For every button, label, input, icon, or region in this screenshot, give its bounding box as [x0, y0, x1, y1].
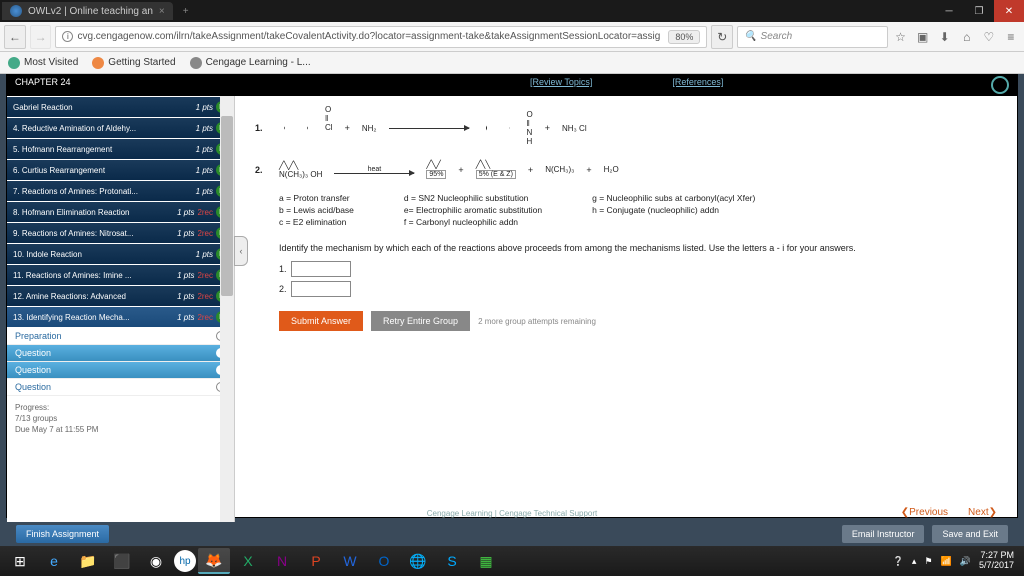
tray-network-icon[interactable]: 📶	[941, 556, 952, 567]
menu-icon[interactable]: ≡	[1002, 30, 1020, 44]
refresh-icon[interactable]	[991, 76, 1009, 94]
bookmark-star-icon[interactable]: ☆	[892, 30, 910, 44]
submit-answer-button[interactable]: Submit Answer	[279, 311, 363, 331]
answer-1-input[interactable]	[291, 261, 351, 277]
question-panel: ‹ 1. O‖Cl + NH₂ O‖NH + NH₃ Cl 2. ╱╲╱╲N(C…	[235, 96, 1017, 524]
firefox-icon	[92, 57, 104, 69]
windows-taskbar: ⊞ e 📁 ⬛ ◉ hp 🦊 X N P W O 🌐 S ▦ ❔ ▴ ⚑ 📶 🔊…	[0, 546, 1024, 576]
progress-groups: 7/13 groups	[15, 413, 226, 424]
sidebar-item-6[interactable]: 9. Reactions of Amines: Nitrosat...1 pts…	[7, 223, 234, 243]
taskbar-excel-icon[interactable]: X	[232, 548, 264, 574]
minimize-button[interactable]: ─	[934, 0, 964, 22]
taskbar-hp-icon[interactable]: hp	[174, 550, 196, 572]
close-button[interactable]: ✕	[994, 0, 1024, 22]
footer-credit: Cengage Learning | Cengage Technical Sup…	[0, 509, 1024, 518]
search-placeholder: Search	[761, 31, 793, 42]
taskbar-word-icon[interactable]: W	[334, 548, 366, 574]
new-tab-button[interactable]: +	[173, 6, 199, 17]
chapter-header: CHAPTER 24 [Review Topics] [References]	[7, 75, 1017, 96]
attempts-remaining: 2 more group attempts remaining	[478, 317, 596, 326]
question-instruction: Identify the mechanism by which each of …	[279, 243, 997, 253]
sidebar-scrollbar[interactable]	[220, 96, 234, 524]
reload-button[interactable]: ↻	[711, 25, 733, 49]
mechanism-legend: a = Proton transferb = Lewis acid/basec …	[279, 193, 997, 229]
url-text: cvg.cengagenow.com/ilrn/takeAssignment/t…	[77, 31, 660, 42]
sidebar-item-4[interactable]: 7. Reactions of Amines: Protonati...1 pt…	[7, 181, 234, 201]
search-bar[interactable]: 🔍 Search	[737, 26, 887, 48]
browser-navbar: ← → i cvg.cengagenow.com/ilrn/takeAssign…	[0, 22, 1024, 52]
progress-due: Due May 7 at 11:55 PM	[15, 424, 226, 435]
window-titlebar: OWLv2 | Online teaching an × + ─ ❐ ✕	[0, 0, 1024, 22]
bookmarks-bar: Most Visited Getting Started Cengage Lea…	[0, 52, 1024, 74]
email-instructor-button[interactable]: Email Instructor	[842, 525, 925, 543]
sidebar-item-9[interactable]: 12. Amine Reactions: Advanced1 pts2recM	[7, 286, 234, 306]
taskbar-onenote-icon[interactable]: N	[266, 548, 298, 574]
grid-icon	[8, 57, 20, 69]
retry-group-button[interactable]: Retry Entire Group	[371, 311, 470, 331]
taskbar-store-icon[interactable]: ⬛	[106, 548, 138, 574]
tray-flag-icon[interactable]: ⚑	[924, 556, 932, 567]
progress-title: Progress:	[15, 402, 226, 413]
sidebar-item-5[interactable]: 8. Hofmann Elimination Reaction1 pts2rec…	[7, 202, 234, 222]
chapter-label: CHAPTER 24	[15, 77, 230, 94]
sidebar-item-3[interactable]: 6. Curtius Rearrangement1 ptsM	[7, 160, 234, 180]
expand-sidebar-tab[interactable]: ‹	[234, 236, 248, 266]
bookmark-getting-started[interactable]: Getting Started	[92, 57, 175, 69]
tab-title: OWLv2 | Online teaching an	[28, 6, 153, 17]
sidebar-sub-2[interactable]: Question	[7, 362, 234, 379]
reaction-1: 1. O‖Cl + NH₂ O‖NH + NH₃ Cl	[255, 110, 997, 146]
assignment-frame: CHAPTER 24 [Review Topics] [References] …	[6, 74, 1018, 518]
sidebar-sub-1[interactable]: Question	[7, 345, 234, 362]
tray-volume-icon[interactable]: 🔊	[960, 556, 971, 567]
system-tray[interactable]: ❔ ▴ ⚑ 📶 🔊 7:27 PM5/7/2017	[893, 551, 1020, 571]
zoom-level[interactable]: 80%	[668, 30, 700, 44]
url-bar[interactable]: i cvg.cengagenow.com/ilrn/takeAssignment…	[55, 26, 707, 48]
tray-clock[interactable]: 7:27 PM5/7/2017	[979, 551, 1014, 571]
info-icon: i	[62, 31, 73, 42]
taskbar-firefox-icon[interactable]: 🦊	[198, 548, 230, 574]
maximize-button[interactable]: ❐	[964, 0, 994, 22]
sidebar-item-1[interactable]: 4. Reductive Amination of Aldehy...1 pts…	[7, 118, 234, 138]
sidebar-item-2[interactable]: 5. Hofmann Rearrangement1 ptsM	[7, 139, 234, 159]
assignment-footer: Finish Assignment Email Instructor Save …	[6, 522, 1018, 546]
taskbar-outlook-icon[interactable]: O	[368, 548, 400, 574]
references-link[interactable]: [References]	[672, 77, 723, 94]
sidebar-item-8[interactable]: 11. Reactions of Amines: Imine ...1 pts2…	[7, 265, 234, 285]
taskbar-calc-icon[interactable]: ▦	[470, 548, 502, 574]
browser-tab[interactable]: OWLv2 | Online teaching an ×	[2, 2, 173, 20]
pocket-icon[interactable]: ▣	[914, 30, 932, 44]
sidebar-item-0[interactable]: Gabriel Reaction1 ptsM	[7, 97, 234, 117]
tray-help-icon[interactable]: ❔	[893, 556, 904, 567]
taskbar-powerpoint-icon[interactable]: P	[300, 548, 332, 574]
search-icon: 🔍	[744, 31, 756, 42]
taskbar-explorer-icon[interactable]: 📁	[72, 548, 104, 574]
bookmark-cengage[interactable]: Cengage Learning - L...	[190, 57, 311, 69]
start-button[interactable]: ⊞	[4, 548, 36, 574]
question-sidebar: Gabriel Reaction1 ptsM4. Reductive Amina…	[7, 96, 235, 524]
taskbar-ie-icon[interactable]: e	[38, 548, 70, 574]
save-exit-button[interactable]: Save and Exit	[932, 525, 1008, 543]
shield-icon[interactable]: ♡	[980, 30, 998, 44]
home-icon[interactable]: ⌂	[958, 30, 976, 44]
tray-up-icon[interactable]: ▴	[912, 556, 917, 567]
sidebar-item-10[interactable]: 13. Identifying Reaction Mecha...1 pts2r…	[7, 307, 234, 327]
sidebar-sub-0[interactable]: Preparation	[7, 328, 234, 345]
progress-box: Progress: 7/13 groups Due May 7 at 11:55…	[7, 396, 234, 442]
taskbar-skype-icon[interactable]: S	[436, 548, 468, 574]
forward-button[interactable]: →	[30, 25, 52, 49]
downloads-icon[interactable]: ⬇	[936, 30, 954, 44]
bookmark-most-visited[interactable]: Most Visited	[8, 57, 78, 69]
back-button[interactable]: ←	[4, 25, 26, 49]
owl-icon	[10, 5, 22, 17]
tab-close-icon[interactable]: ×	[159, 6, 165, 17]
finish-assignment-button[interactable]: Finish Assignment	[16, 525, 109, 543]
sidebar-sub-3[interactable]: Question	[7, 379, 234, 396]
taskbar-obs-icon[interactable]: ◉	[140, 548, 172, 574]
answer-2-input[interactable]	[291, 281, 351, 297]
reaction-2: 2. ╱╲╱╲N(CH₃)₃ OH heat ╱╲╱95% + ╱╲╲5% (E…	[255, 160, 997, 179]
taskbar-chrome-icon[interactable]: 🌐	[402, 548, 434, 574]
review-topics-link[interactable]: [Review Topics]	[530, 77, 592, 94]
sidebar-item-7[interactable]: 10. Indole Reaction1 ptsM	[7, 244, 234, 264]
globe-icon	[190, 57, 202, 69]
